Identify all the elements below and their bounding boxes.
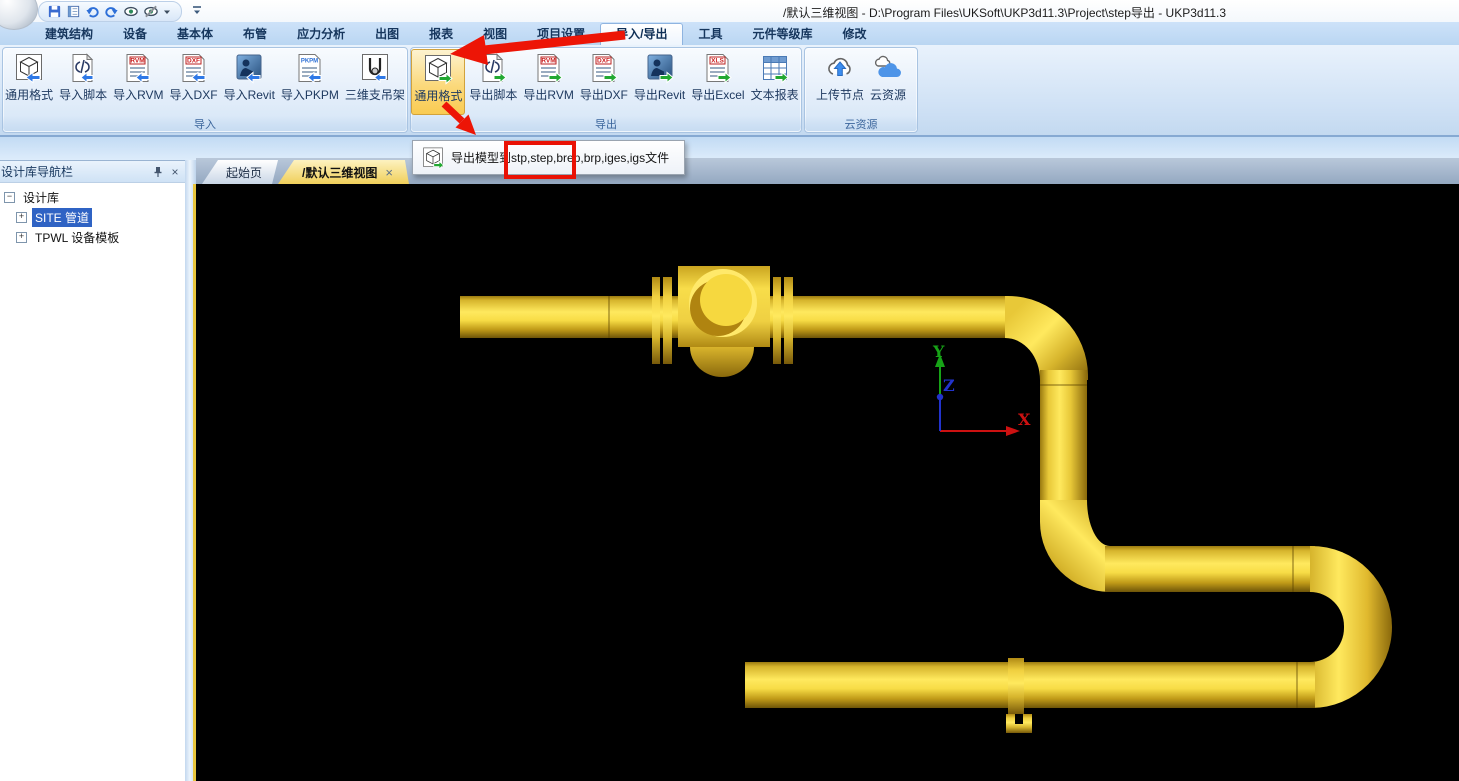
doc-import-icon: RVM: [122, 52, 154, 84]
svg-text:XLS: XLS: [711, 58, 724, 65]
export-rvm-button[interactable]: RVM 导出RVM: [521, 49, 575, 115]
cube-import-icon: [13, 52, 45, 84]
ribbon-tab-piping[interactable]: 布管: [228, 24, 282, 45]
svg-text:RVM: RVM: [541, 58, 555, 65]
import-rvm-button[interactable]: RVM 导入RVM: [111, 49, 165, 115]
doc-import-icon: PKPM: [294, 52, 326, 84]
axes-triad: Y Z X: [196, 184, 1459, 781]
table-report-icon: [759, 52, 791, 84]
cloud-resource-icon: [872, 52, 904, 84]
ribbon-group-export: 通用格式 导出脚本 RVM 导出RVM DXF 导出DXF 导出Revit: [410, 47, 802, 133]
tree-node-design-library[interactable]: − 设计库: [4, 187, 185, 207]
revit-import-icon: [233, 52, 265, 84]
svg-text:RVM: RVM: [131, 58, 145, 65]
ribbon: 通用格式 导入脚本 RVM 导入RVM DXF 导入DXF 导入Revit: [0, 45, 1459, 137]
panel-close-icon[interactable]: ×: [168, 165, 182, 179]
save-icon[interactable]: [47, 4, 62, 19]
expand-expander-icon[interactable]: +: [16, 212, 27, 223]
dropdown-caret-icon[interactable]: [163, 8, 171, 16]
hide-entities-icon[interactable]: [143, 4, 159, 19]
ribbon-tab-reports[interactable]: 报表: [414, 24, 468, 45]
ribbon-tab-primitives[interactable]: 基本体: [162, 24, 228, 45]
import-dxf-button[interactable]: DXF 导入DXF: [168, 49, 220, 115]
ribbon-tab-building-structure[interactable]: 建筑结构: [30, 24, 108, 45]
design-library-tree: − 设计库 + SITE 管道 + TPWL 设备模板: [0, 187, 185, 247]
panel-header: 设计库导航栏 ×: [0, 161, 185, 183]
revit-export-icon: [644, 52, 676, 84]
document-tab-bar: 起始页 /默认三维视图 ×: [196, 158, 1459, 184]
tab-default-3d-view[interactable]: /默认三维视图 ×: [278, 160, 409, 184]
ribbon-group-cloud: 上传节点 云资源 云资源: [804, 47, 918, 133]
axis-label-x: X: [1018, 410, 1031, 429]
collapse-expander-icon[interactable]: −: [4, 192, 15, 203]
cloud-upload-icon: [824, 52, 856, 84]
svg-text:DXF: DXF: [597, 58, 610, 65]
import-script-button[interactable]: 导入脚本: [57, 49, 109, 115]
export-generic-format-button[interactable]: 通用格式: [411, 49, 465, 115]
import-generic-format-button[interactable]: 通用格式: [3, 49, 55, 115]
tree-node-site-pipeline[interactable]: + SITE 管道: [16, 207, 185, 227]
expand-expander-icon[interactable]: +: [16, 232, 27, 243]
export-excel-button[interactable]: XLS 导出Excel: [689, 49, 746, 115]
ribbon-group-import: 通用格式 导入脚本 RVM 导入RVM DXF 导入DXF 导入Revit: [2, 47, 408, 133]
ribbon-tab-equipment[interactable]: 设备: [108, 24, 162, 45]
hanger-icon: [359, 52, 391, 84]
upload-node-button[interactable]: 上传节点: [814, 49, 866, 115]
cube-export-icon: [422, 53, 454, 85]
cloud-resource-button[interactable]: 云资源: [868, 49, 908, 115]
title-bar: [0, 0, 1459, 22]
doc-export-icon: XLS: [702, 52, 734, 84]
ribbon-tab-project-settings[interactable]: 项目设置: [522, 24, 600, 45]
tab-close-icon[interactable]: ×: [385, 165, 393, 180]
ribbon-tab-import-export[interactable]: 导入/导出: [600, 23, 683, 45]
doc-export-icon: DXF: [588, 52, 620, 84]
ribbon-group-label-cloud: 云资源: [805, 116, 917, 131]
ribbon-lower-strip: [0, 137, 1459, 160]
quick-access-toolbar: [38, 1, 182, 22]
script-import-icon: [67, 52, 99, 84]
svg-text:PKPM: PKPM: [301, 59, 318, 65]
import-revit-button[interactable]: 导入Revit: [222, 49, 277, 115]
viewport-3d[interactable]: Y Z X: [193, 184, 1459, 781]
ribbon-tab-stress-analysis[interactable]: 应力分析: [282, 24, 360, 45]
ribbon-tab-drawing[interactable]: 出图: [360, 24, 414, 45]
redo-icon[interactable]: [104, 4, 119, 19]
pin-icon[interactable]: [151, 165, 165, 179]
script-export-icon: [477, 52, 509, 84]
ribbon-tab-component-library[interactable]: 元件等级库: [738, 24, 828, 45]
app-window: /默认三维视图 - D:\Program Files\UKSoft\UKP3d1…: [0, 0, 1459, 781]
export-revit-button[interactable]: 导出Revit: [632, 49, 687, 115]
tree-node-tpwl-template[interactable]: + TPWL 设备模板: [16, 227, 185, 247]
ribbon-group-label-import: 导入: [3, 116, 407, 131]
annotation-highlight-box: [504, 141, 576, 179]
ribbon-tab-view[interactable]: 视图: [468, 24, 522, 45]
cube-export-icon: [421, 146, 445, 170]
import-3d-hanger-button[interactable]: 三维支吊架: [343, 49, 407, 115]
notebook-icon[interactable]: [66, 4, 81, 19]
axis-label-z: Z: [943, 376, 955, 395]
export-script-button[interactable]: 导出脚本: [467, 49, 519, 115]
export-dxf-button[interactable]: DXF 导出DXF: [578, 49, 630, 115]
design-library-panel: 设计库导航栏 × − 设计库 + SITE 管道 + TPWL 设备模板: [0, 160, 185, 781]
selected-tree-item[interactable]: SITE 管道: [32, 208, 92, 227]
ribbon-tab-tools[interactable]: 工具: [683, 24, 737, 45]
ribbon-tab-bar: 建筑结构 设备 基本体 布管 应力分析 出图 报表 视图 项目设置 导入/导出 …: [0, 22, 1459, 45]
show-entities-icon[interactable]: [123, 4, 139, 19]
ribbon-tab-modify[interactable]: 修改: [828, 24, 882, 45]
axis-label-y: Y: [932, 342, 945, 361]
customize-toolbar-icon[interactable]: [190, 3, 204, 17]
undo-icon[interactable]: [85, 4, 100, 19]
panel-title: 设计库导航栏: [1, 163, 151, 180]
doc-export-icon: RVM: [533, 52, 565, 84]
svg-text:DXF: DXF: [187, 58, 200, 65]
doc-import-icon: DXF: [178, 52, 210, 84]
ribbon-group-label-export: 导出: [411, 116, 801, 131]
export-text-report-button[interactable]: 文本报表: [749, 49, 801, 115]
tab-start-page[interactable]: 起始页: [202, 160, 278, 184]
window-title: /默认三维视图 - D:\Program Files\UKSoft\UKP3d1…: [783, 4, 1226, 21]
import-pkpm-button[interactable]: PKPM 导入PKPM: [279, 49, 341, 115]
